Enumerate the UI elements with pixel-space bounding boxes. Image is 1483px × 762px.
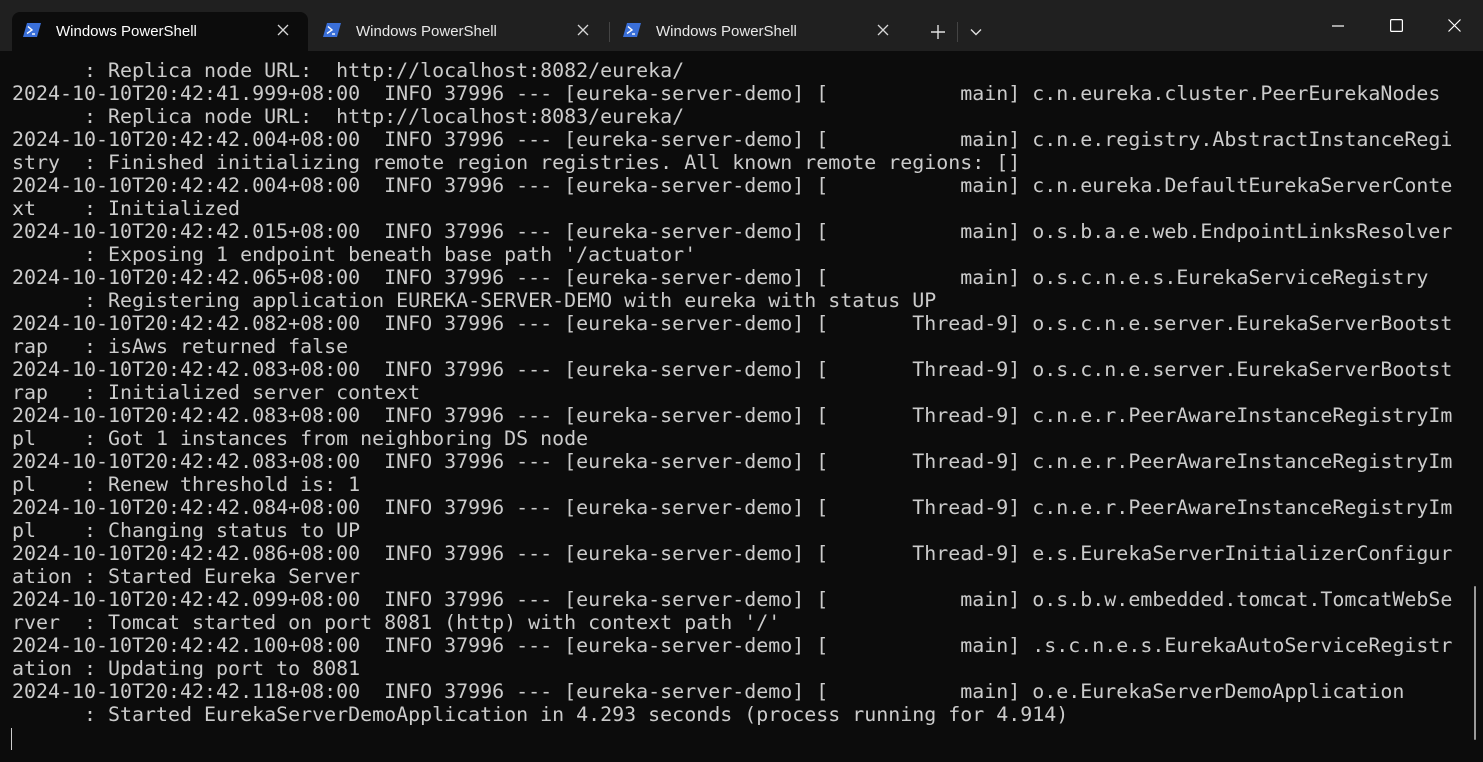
terminal-line: stry : Finished initializing remote regi… [12, 150, 1021, 174]
terminal-line: 2024-10-10T20:42:42.099+08:00 INFO 37996… [12, 587, 1453, 611]
terminal-line: 2024-10-10T20:42:42.083+08:00 INFO 37996… [12, 449, 1453, 473]
terminal-line: : Registering application EUREKA-SERVER-… [12, 288, 937, 312]
tab-label: Windows PowerShell [656, 23, 797, 40]
close-tab-icon[interactable] [874, 21, 892, 39]
minimize-icon[interactable] [1309, 0, 1367, 51]
tab-powershell-1[interactable]: Windows PowerShell [12, 12, 308, 51]
title-bar: Windows PowerShell Windows PowerShell Wi… [0, 0, 1483, 51]
terminal-line: pl : Changing status to UP [12, 518, 361, 542]
terminal-line: 2024-10-10T20:42:42.100+08:00 INFO 37996… [12, 633, 1453, 657]
terminal-line: : Replica node URL: http://localhost:808… [12, 104, 685, 128]
terminal-line: rver : Tomcat started on port 8081 (http… [12, 610, 781, 634]
tab-powershell-3[interactable]: Windows PowerShell [612, 12, 908, 51]
terminal-line: 2024-10-10T20:42:41.999+08:00 INFO 37996… [12, 81, 1441, 105]
tab-divider [609, 22, 610, 42]
terminal-line: ation : Updating port to 8081 [12, 656, 361, 680]
powershell-icon [23, 23, 41, 37]
terminal-line: ation : Started Eureka Server [12, 564, 361, 588]
terminal-line: rap : isAws returned false [12, 334, 349, 358]
tab-powershell-2[interactable]: Windows PowerShell [312, 12, 608, 51]
tab-divider [957, 22, 958, 42]
tab-label: Windows PowerShell [356, 23, 497, 40]
terminal-line: 2024-10-10T20:42:42.004+08:00 INFO 37996… [12, 173, 1453, 197]
terminal-line: 2024-10-10T20:42:42.015+08:00 INFO 37996… [12, 219, 1453, 243]
chevron-down-icon[interactable] [962, 18, 990, 46]
terminal-line: rap : Initialized server context [12, 380, 421, 404]
tab-label: Windows PowerShell [56, 23, 197, 40]
terminal-line: 2024-10-10T20:42:42.083+08:00 INFO 37996… [12, 357, 1453, 381]
terminal-line: : Replica node URL: http://localhost:808… [12, 59, 685, 82]
terminal-line: pl : Renew threshold is: 1 [12, 472, 361, 496]
maximize-icon[interactable] [1367, 0, 1425, 51]
scrollbar[interactable] [1474, 586, 1476, 740]
close-tab-icon[interactable] [274, 21, 292, 39]
terminal-line: : Exposing 1 endpoint beneath base path … [12, 242, 697, 266]
terminal-window: Windows PowerShell Windows PowerShell Wi… [0, 0, 1483, 762]
text-cursor [11, 728, 12, 750]
new-tab-icon[interactable] [924, 18, 952, 46]
close-icon[interactable] [1425, 0, 1483, 51]
terminal-line: 2024-10-10T20:42:42.082+08:00 INFO 37996… [12, 311, 1453, 335]
close-tab-icon[interactable] [574, 21, 592, 39]
powershell-icon [623, 23, 641, 37]
terminal-line: pl : Got 1 instances from neighboring DS… [12, 426, 589, 450]
terminal-line: : Started EurekaServerDemoApplication in… [12, 702, 1069, 726]
terminal-line: 2024-10-10T20:42:42.084+08:00 INFO 37996… [12, 495, 1453, 519]
powershell-icon [323, 23, 341, 37]
terminal-line: 2024-10-10T20:42:42.083+08:00 INFO 37996… [12, 403, 1453, 427]
terminal-line: xt : Initialized [12, 196, 241, 220]
terminal-line: 2024-10-10T20:42:42.004+08:00 INFO 37996… [12, 127, 1453, 151]
terminal-output[interactable]: : Replica node URL: http://localhost:808… [12, 59, 1464, 759]
terminal-line: 2024-10-10T20:42:42.086+08:00 INFO 37996… [12, 541, 1453, 565]
terminal-line: 2024-10-10T20:42:42.065+08:00 INFO 37996… [12, 265, 1429, 289]
terminal-line: 2024-10-10T20:42:42.118+08:00 INFO 37996… [12, 679, 1405, 703]
